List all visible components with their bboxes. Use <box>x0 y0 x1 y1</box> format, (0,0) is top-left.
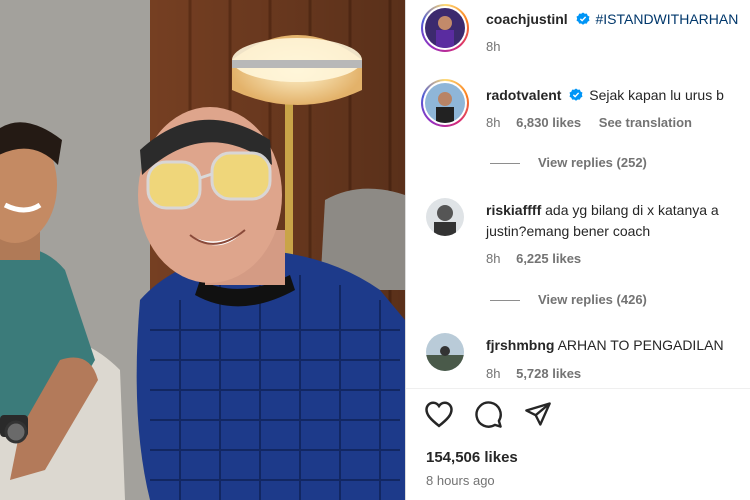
comment-text-continued: justin?emang bener coach <box>486 223 651 239</box>
comment-likes[interactable]: 6,225 likes <box>516 251 581 266</box>
heart-icon[interactable] <box>424 400 454 433</box>
comment-username[interactable]: riskiaffff <box>486 202 541 218</box>
comment-text: ARHAN TO PENGADILAN <box>557 337 724 353</box>
commenter-avatar[interactable] <box>426 333 464 371</box>
view-replies-label: View replies (426) <box>538 292 647 307</box>
comment-meta: 8h 6,830 likes See translation <box>486 115 692 130</box>
comment-time: 8h <box>486 115 501 130</box>
commenter-avatar-image <box>425 83 465 123</box>
comments-panel: coachjustinl #ISTANDWITHARHAN 8h radotva… <box>405 0 750 500</box>
posted-time: 8 hours ago <box>426 473 495 488</box>
comment-row: fjrshmbng ARHAN TO PENGADILAN <box>486 337 750 353</box>
comment-meta: 8h 5,728 likes <box>486 366 581 381</box>
comment-text: ada yg bilang di x katanya a <box>545 202 719 218</box>
comment-row: radotvalent Sejak kapan lu urus b <box>486 87 750 103</box>
comment-icon[interactable] <box>474 400 503 434</box>
commenter-avatar-image <box>426 333 464 371</box>
view-replies-button[interactable]: View replies (252) <box>490 155 647 170</box>
comment-row: riskiaffff ada yg bilang di x katanya a <box>486 202 719 218</box>
post-time: 8h <box>486 39 501 54</box>
actions-divider <box>406 388 750 389</box>
comment-likes[interactable]: 5,728 likes <box>516 366 581 381</box>
verified-badge-icon <box>576 12 590 25</box>
author-username[interactable]: coachjustinl <box>486 11 568 27</box>
replies-dash <box>490 163 520 165</box>
commenter-avatar[interactable] <box>426 198 464 236</box>
comment-text: Sejak kapan lu urus b <box>589 87 724 103</box>
post-image <box>0 0 405 500</box>
view-replies-button[interactable]: View replies (426) <box>490 292 647 307</box>
comment-time: 8h <box>486 251 501 266</box>
post-photo <box>0 0 405 500</box>
caption-hashtag[interactable]: #ISTANDWITHARHAN <box>595 11 738 27</box>
comment-likes[interactable]: 6,830 likes <box>516 115 581 130</box>
author-avatar[interactable] <box>421 4 469 52</box>
comment-meta: 8h 6,225 likes <box>486 251 581 266</box>
total-likes[interactable]: 154,506 likes <box>426 449 518 466</box>
post-caption-row: coachjustinl #ISTANDWITHARHAN <box>486 11 750 27</box>
comment-time: 8h <box>486 366 501 381</box>
author-avatar-image <box>425 8 465 48</box>
replies-dash <box>490 300 520 302</box>
commenter-avatar[interactable] <box>421 79 469 127</box>
view-replies-label: View replies (252) <box>538 155 647 170</box>
see-translation-link[interactable]: See translation <box>599 115 692 130</box>
paper-plane-icon[interactable] <box>524 400 552 433</box>
comment-username[interactable]: fjrshmbng <box>486 337 554 353</box>
comment-username[interactable]: radotvalent <box>486 87 561 103</box>
commenter-avatar-image <box>426 198 464 236</box>
verified-badge-icon <box>569 88 583 101</box>
